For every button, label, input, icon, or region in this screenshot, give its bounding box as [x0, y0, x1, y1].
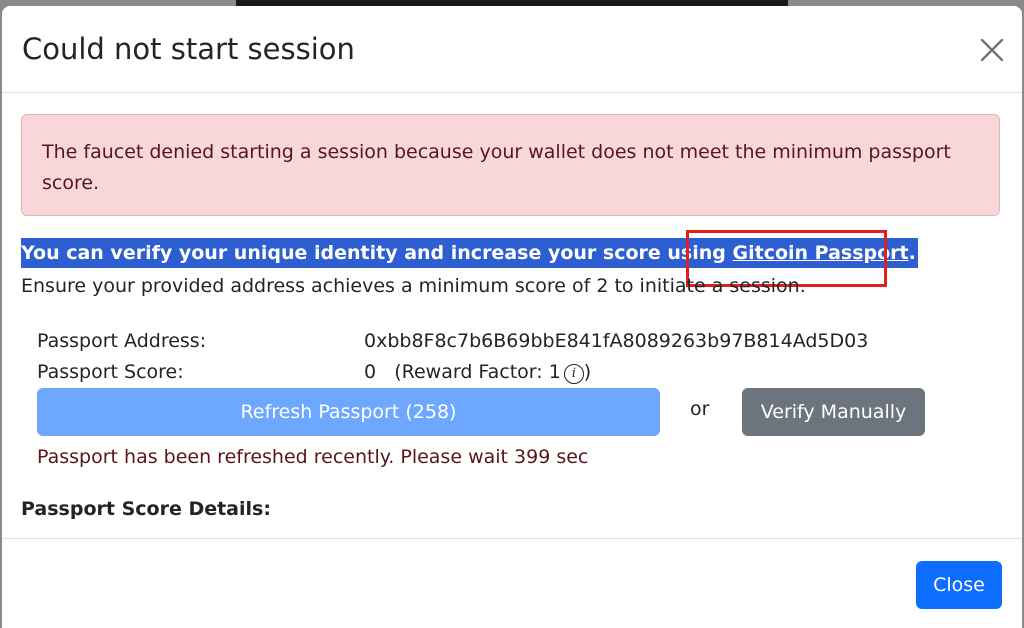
passport-address-value: 0xbb8F8c7b6B69bbE841fA8089263b97B814Ad5D…	[364, 330, 869, 352]
passport-score-value-group: 0 (Reward Factor: 1 i)	[364, 358, 591, 386]
close-button[interactable]: Close	[916, 561, 1002, 609]
verify-identity-suffix: .	[908, 242, 916, 264]
verify-identity-text: You can verify your unique identity and …	[21, 238, 918, 268]
session-error-modal: Could not start session The faucet denie…	[2, 6, 1022, 628]
modal-title: Could not start session	[22, 32, 355, 66]
gitcoin-passport-link[interactable]: Gitcoin Passport	[733, 242, 909, 264]
or-separator: or	[690, 398, 710, 420]
passport-score-label: Passport Score:	[37, 361, 184, 383]
refresh-wait-message: Passport has been refreshed recently. Pl…	[37, 446, 589, 468]
verify-manually-button[interactable]: Verify Manually	[742, 388, 925, 436]
passport-score-value: 0	[364, 361, 377, 383]
close-icon[interactable]	[978, 36, 1006, 64]
modal-body: The faucet denied starting a session bec…	[2, 93, 1022, 538]
error-alert: The faucet denied starting a session bec…	[21, 114, 1000, 216]
modal-header: Could not start session	[2, 6, 1022, 93]
refresh-passport-button[interactable]: Refresh Passport (258)	[37, 388, 660, 436]
reward-factor-text: (Reward Factor: 1	[394, 361, 561, 383]
info-icon[interactable]: i	[563, 364, 584, 384]
reward-factor-close: )	[583, 361, 592, 383]
verify-identity-label: You can verify your unique identity and …	[21, 242, 733, 264]
passport-score-details-heading: Passport Score Details:	[21, 498, 271, 520]
passport-address-label: Passport Address:	[37, 330, 207, 352]
modal-footer: Close	[2, 538, 1022, 628]
minimum-score-text: Ensure your provided address achieves a …	[21, 275, 806, 297]
